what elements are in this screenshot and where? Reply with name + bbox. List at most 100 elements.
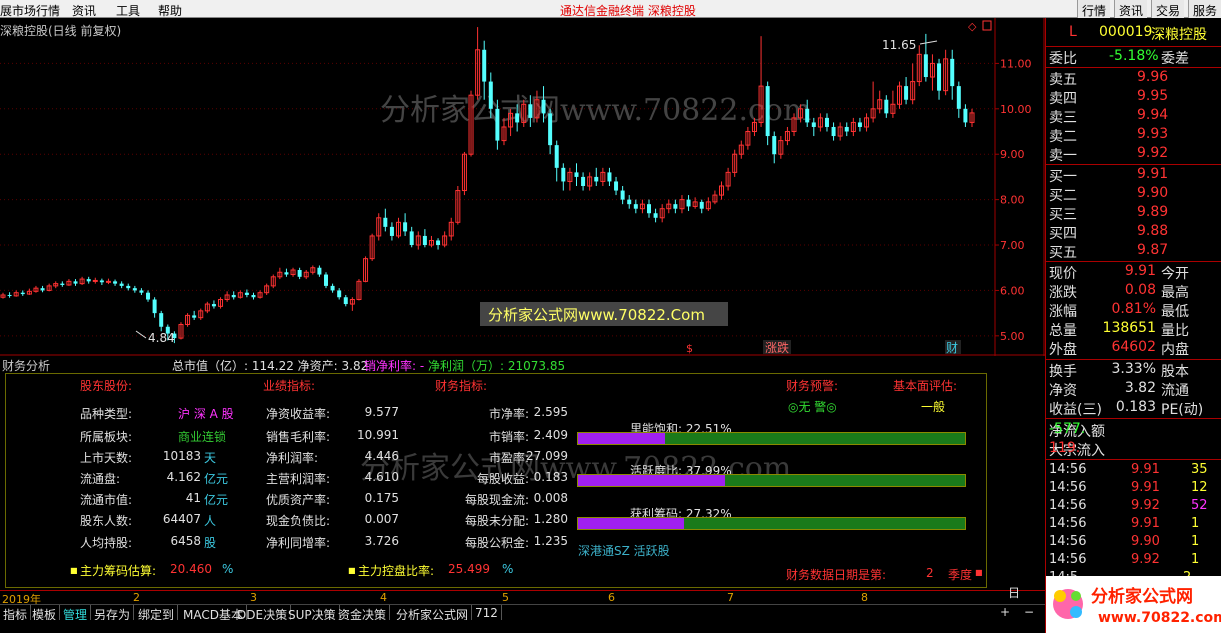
chip-estimate-value: 20.460	[170, 562, 212, 576]
candle-body	[7, 294, 12, 296]
financial-value: 0.008	[533, 491, 568, 505]
zoom-out-icon[interactable]: −	[1024, 605, 1034, 619]
candle-body	[146, 292, 151, 300]
shareholder-label: 人均持股:	[80, 536, 133, 550]
flow-row: 净流入额 -577.	[1049, 421, 1221, 440]
tab-save-as[interactable]: 另存为	[91, 605, 135, 622]
candle-body	[337, 290, 342, 298]
quote-row: 涨幅 0.81% 最低	[1049, 301, 1221, 320]
progress-bar-fill	[578, 475, 726, 486]
quote-row: 总量 138651 量比	[1049, 320, 1221, 339]
quote-label: 现价	[1049, 266, 1077, 282]
separator	[1046, 359, 1221, 360]
tick-volume: 1	[1191, 516, 1200, 531]
stats-label: 换手	[1049, 364, 1077, 380]
finance-header: 财务分析 总市值（亿）: 114.22 净资产: 3.82 销净利率: - 净利…	[0, 357, 1045, 373]
shareholder-unit: 人	[204, 514, 217, 528]
logo-text: 分析家公式网	[1091, 586, 1193, 607]
panel-toggle-icon[interactable]: 日	[1008, 584, 1020, 601]
menu-help[interactable]: 帮助	[158, 2, 182, 19]
logo-graphic: 分析家公式网 www.70822.com	[1053, 586, 1221, 626]
top-btn-news[interactable]: 资讯	[1114, 0, 1148, 18]
candle-body	[950, 58, 955, 87]
candle-body	[244, 292, 249, 295]
tick-price: 9.91	[1131, 462, 1160, 477]
quote-row: 涨跌 0.08 最高	[1049, 282, 1221, 301]
candle-body	[956, 86, 961, 109]
webi-value: -5.18%	[1109, 48, 1159, 64]
candle-body	[488, 81, 493, 109]
date-label: 6	[608, 591, 615, 604]
quote-label-2: 最低	[1161, 304, 1189, 320]
tab-bind[interactable]: 绑定到	[135, 605, 179, 622]
ask-row: 卖一 9.92	[1049, 145, 1221, 164]
candle-body	[772, 136, 777, 155]
ask-row: 卖五 9.96	[1049, 69, 1221, 88]
ask-label: 卖五	[1049, 72, 1077, 88]
tab-site[interactable]: 分析家公式网	[393, 605, 473, 622]
tick-price: 9.92	[1131, 552, 1160, 567]
candle-body	[132, 288, 137, 291]
bid-row: 买五 9.87	[1049, 242, 1221, 261]
shareholder-label: 流通盘:	[80, 472, 121, 486]
tab-manage[interactable]: 管理	[60, 605, 92, 622]
candle-body	[824, 117, 829, 127]
separator	[1046, 164, 1221, 165]
tick-volume: 1	[1191, 534, 1200, 549]
control-ratio-value: 25.499	[448, 562, 490, 576]
bid-price: 9.91	[1137, 166, 1169, 182]
stock-code: 000019	[1099, 24, 1153, 40]
top-btn-quotes[interactable]: 行情	[1077, 0, 1111, 18]
menu-news[interactable]: 资讯	[72, 2, 96, 19]
tab-sup[interactable]: SUP决策	[285, 605, 340, 622]
ask-price: 9.94	[1137, 107, 1169, 123]
financial-label: 市销率:	[488, 430, 529, 444]
candle-body	[324, 274, 328, 286]
tick-volume: 35	[1191, 462, 1208, 477]
tab-template[interactable]: 模板	[29, 605, 61, 622]
tab-funds[interactable]: 资金决策	[335, 605, 391, 622]
price-tick-label: 9.00	[1000, 148, 1025, 161]
menu-bar: 展市场行情 资讯 工具 帮助 通达信金融终端 深粮控股 行情 资讯 交易 服务	[0, 0, 1221, 18]
shareholder-value: 41	[185, 491, 201, 505]
candle-body	[614, 181, 619, 191]
shareholder-value: 商业连锁	[178, 430, 227, 444]
candle-body	[811, 122, 816, 127]
price-tick-label: 7.00	[1000, 239, 1025, 252]
top-btn-trade[interactable]: 交易	[1151, 0, 1185, 18]
top-btn-service[interactable]: 服务	[1188, 0, 1221, 18]
performance-value: 4.446	[364, 449, 399, 463]
date-label: 5	[502, 591, 509, 604]
candle-body	[805, 108, 810, 123]
candle-body	[92, 279, 98, 282]
stats-row: 换手 3.33% 股本	[1049, 361, 1221, 380]
app-title: 通达信金融终端 深粮控股	[560, 4, 696, 18]
kline-chart[interactable]: 11.00 10.00 9.00 8.00 7.00 6.00 5.00 分析家公式网www.…	[0, 18, 1045, 356]
webi-label: 委比	[1049, 51, 1077, 67]
ask-row: 卖三 9.94	[1049, 107, 1221, 126]
tab-indicator[interactable]: 指标	[0, 605, 32, 622]
candle-body	[561, 167, 566, 182]
ask-row: 卖二 9.93	[1049, 126, 1221, 145]
candle-body	[831, 126, 836, 137]
tick-row: 14:56 9.91 12	[1049, 480, 1221, 497]
price-tick-label: 10.00	[1000, 103, 1032, 116]
candle-body	[495, 108, 500, 141]
menu-tools[interactable]: 工具	[116, 2, 140, 19]
bid-price: 9.90	[1137, 185, 1169, 201]
tab-712[interactable]: 712	[472, 605, 502, 621]
menu-market[interactable]: 展市场行情	[0, 2, 60, 19]
candle-body	[482, 49, 487, 82]
tick-time: 14:56	[1049, 552, 1087, 567]
performance-value: 3.726	[364, 534, 399, 548]
candle-body	[231, 294, 236, 298]
tab-dde[interactable]: DDE决策	[234, 605, 292, 622]
bid-label: 买五	[1049, 245, 1077, 261]
candle-body	[541, 99, 546, 114]
candle-body	[647, 204, 651, 214]
candle-body	[105, 280, 111, 283]
site-logo: 分析家公式网 www.70822.com	[1046, 576, 1221, 633]
ask-price: 9.92	[1137, 145, 1169, 161]
zoom-in-icon[interactable]: +	[1000, 605, 1010, 619]
candle-body	[857, 122, 862, 127]
